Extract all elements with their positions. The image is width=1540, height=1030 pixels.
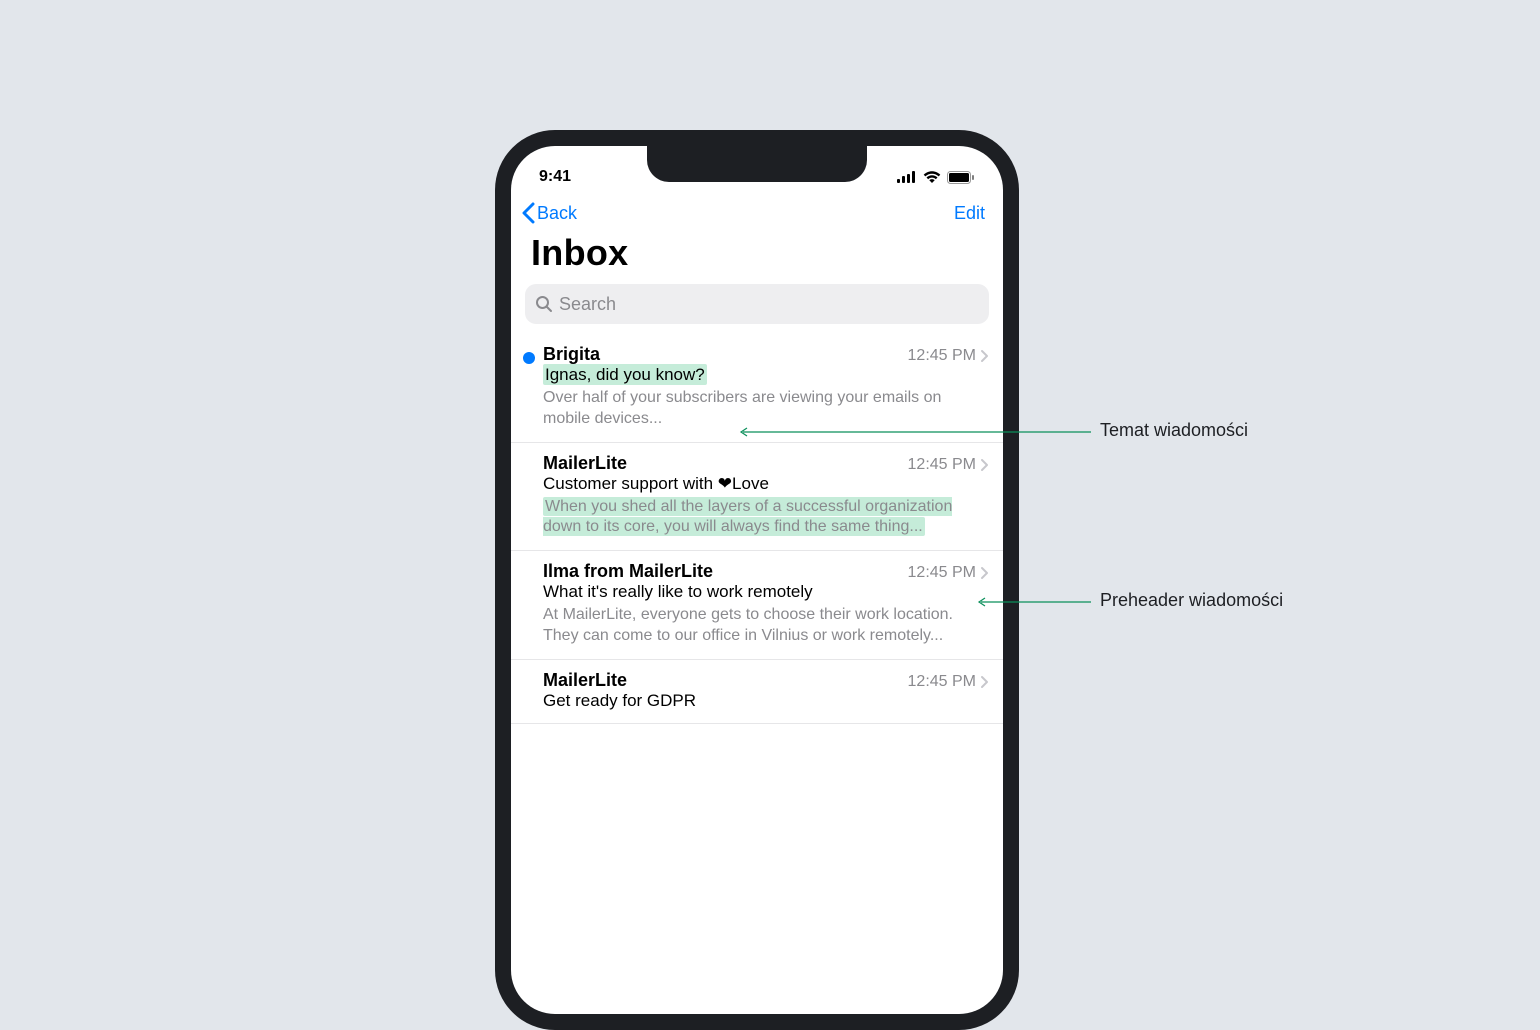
- email-time: 12:45 PM: [908, 456, 976, 474]
- back-label: Back: [537, 203, 577, 224]
- annotation-arrow-1: [735, 427, 1091, 437]
- row-main: Ilma from MailerLite 12:45 PM What it's re…: [543, 561, 989, 647]
- search-icon: [535, 295, 553, 313]
- annotation-arrow-2: [973, 597, 1091, 607]
- unread-dot-icon: [523, 352, 535, 364]
- annotation-preheader: Preheader wiadomości: [1100, 590, 1283, 611]
- email-sender: Ilma from MailerLite: [543, 561, 713, 582]
- email-sender: Brigita: [543, 344, 600, 365]
- email-subject: Get ready for GDPR: [543, 691, 696, 710]
- email-time: 12:45 PM: [908, 673, 976, 691]
- nav-bar: Back Edit: [511, 194, 1003, 230]
- email-time: 12:45 PM: [908, 347, 976, 365]
- row-main: MailerLite 12:45 PM Get ready for GDPR: [543, 670, 989, 711]
- email-subject: Customer support with ❤Love: [543, 474, 769, 493]
- chevron-right-icon: [980, 349, 989, 363]
- email-preview: At MailerLite, everyone gets to choose t…: [543, 606, 953, 644]
- email-list: Brigita 12:45 PM Ignas, did you know? Over …: [511, 334, 1003, 724]
- email-preview: Over half of your subscribers are viewin…: [543, 389, 941, 427]
- chevron-right-icon: [980, 566, 989, 580]
- email-row[interactable]: Ilma from MailerLite 12:45 PM What it's re…: [511, 551, 1003, 660]
- email-meta: 12:45 PM: [908, 347, 989, 365]
- search-wrap: Search: [511, 284, 1003, 334]
- chevron-left-icon: [521, 202, 535, 224]
- email-meta: 12:45 PM: [908, 673, 989, 691]
- cellular-icon: [897, 171, 917, 183]
- row-main: Brigita 12:45 PM Ignas, did you know? Over …: [543, 344, 989, 430]
- row-header: MailerLite 12:45 PM: [543, 670, 989, 691]
- row-header: MailerLite 12:45 PM: [543, 453, 989, 474]
- email-subject: What it's really like to work remotely: [543, 582, 813, 601]
- email-time: 12:45 PM: [908, 564, 976, 582]
- row-main: MailerLite 12:45 PM Customer support with …: [543, 453, 989, 539]
- status-time: 9:41: [539, 168, 571, 186]
- email-row[interactable]: MailerLite 12:45 PM Customer support with …: [511, 443, 1003, 552]
- wifi-icon: [923, 171, 941, 183]
- email-sender: MailerLite: [543, 453, 627, 474]
- status-right: [897, 171, 975, 184]
- email-meta: 12:45 PM: [908, 456, 989, 474]
- email-preview: When you shed all the layers of a succes…: [543, 497, 952, 537]
- chevron-right-icon: [980, 458, 989, 472]
- phone-notch: [647, 146, 867, 182]
- page-title: Inbox: [531, 232, 983, 274]
- title-bar: Inbox: [511, 230, 1003, 284]
- edit-button[interactable]: Edit: [954, 203, 985, 224]
- email-row[interactable]: MailerLite 12:45 PM Get ready for GDPR: [511, 660, 1003, 724]
- battery-icon: [947, 171, 975, 184]
- search-input[interactable]: Search: [525, 284, 989, 324]
- email-meta: 12:45 PM: [908, 564, 989, 582]
- phone-frame: 9:41 Back Edit Inbox Search Brigita 12:45…: [495, 130, 1019, 1030]
- email-subject: Ignas, did you know?: [543, 364, 707, 385]
- chevron-right-icon: [980, 675, 989, 689]
- annotation-subject: Temat wiadomości: [1100, 420, 1248, 441]
- back-button[interactable]: Back: [521, 202, 577, 224]
- row-header: Brigita 12:45 PM: [543, 344, 989, 365]
- search-placeholder: Search: [559, 294, 616, 315]
- phone-screen: 9:41 Back Edit Inbox Search Brigita 12:45…: [511, 146, 1003, 1014]
- email-sender: MailerLite: [543, 670, 627, 691]
- row-header: Ilma from MailerLite 12:45 PM: [543, 561, 989, 582]
